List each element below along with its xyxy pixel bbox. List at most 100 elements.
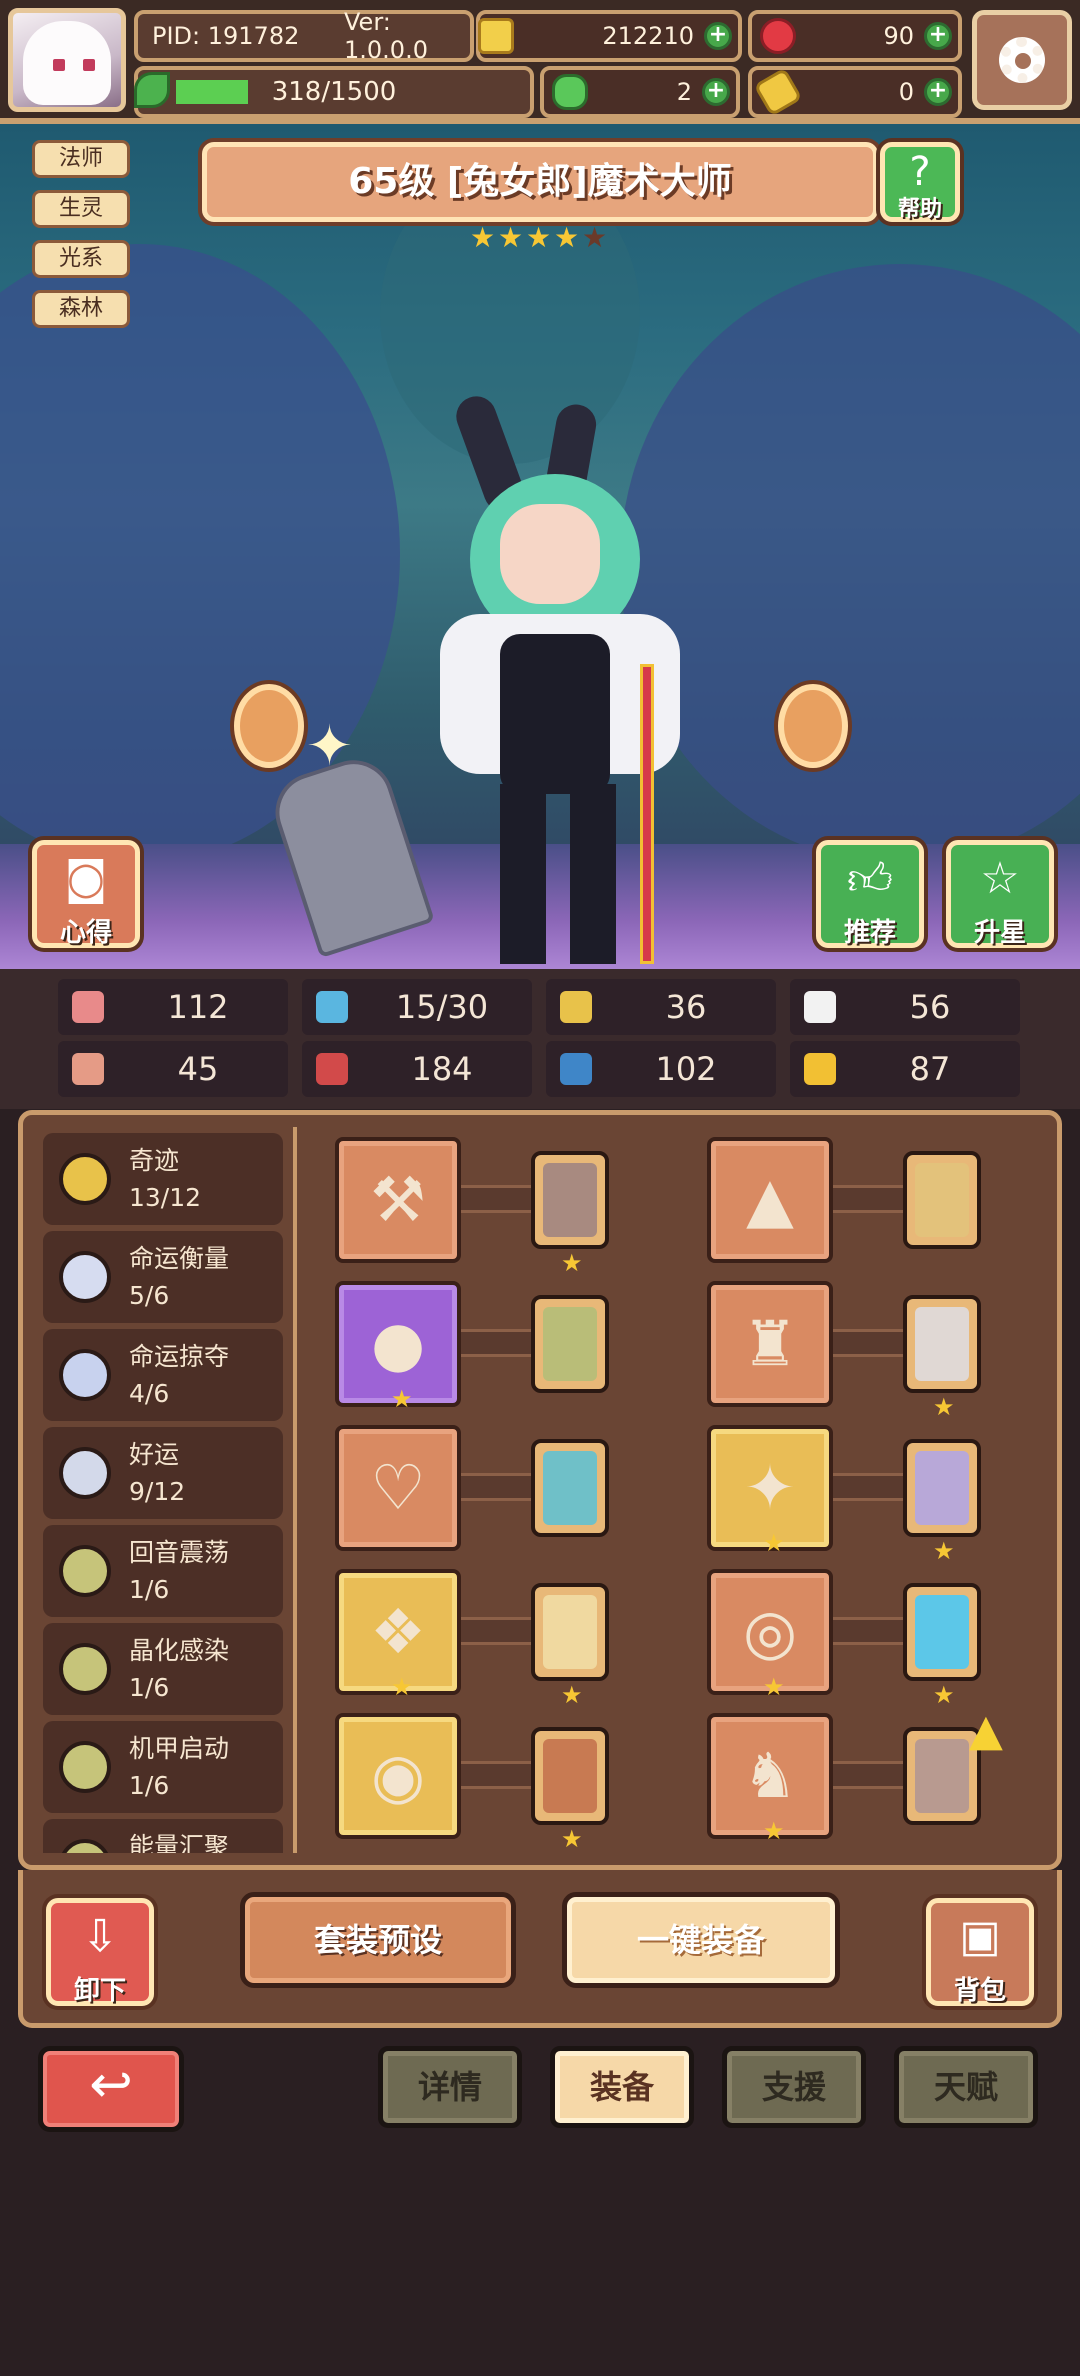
stat-shield[interactable]: 36	[546, 979, 776, 1035]
slot-connector	[833, 1761, 903, 1789]
stat-fist[interactable]: 45	[58, 1041, 288, 1097]
gem-counter: 90 +	[748, 10, 962, 62]
clover-icon	[552, 74, 588, 110]
slot-connector	[833, 1185, 903, 1213]
tab-details-label: 详情	[417, 2068, 482, 2106]
ruby-gem-icon	[760, 18, 796, 54]
rune-card-slot[interactable]: ★	[531, 1583, 609, 1709]
rune-card-slot[interactable]: ★	[531, 1727, 609, 1853]
set-bonus-item[interactable]: 机甲启动 1/6	[43, 1721, 283, 1813]
stat-value: 102	[655, 1050, 717, 1088]
back-button[interactable]: ↩	[38, 2046, 184, 2132]
set-count: 9/12	[129, 1477, 186, 1506]
equipment-slot-amulet[interactable]: ❖ ★	[335, 1569, 461, 1701]
rune-card-slot[interactable]: ★	[531, 1151, 609, 1277]
set-bonus-item[interactable]: 命运掠夺 4/6	[43, 1329, 283, 1421]
item-star-icon: ★	[391, 1385, 413, 1413]
upgrade-star-button[interactable]: ☆ 升星	[946, 840, 1054, 948]
rune-card-slot[interactable]	[531, 1439, 609, 1537]
item-star-icon: ★	[763, 1817, 785, 1845]
armor-icon: ♜	[742, 1307, 798, 1380]
tab-support[interactable]: 支援	[722, 2046, 866, 2128]
down-arrow-icon: ⇩	[81, 1911, 119, 1962]
help-button[interactable]: ? 帮助	[880, 142, 960, 222]
auto-equip-button[interactable]: 一键装备	[562, 1892, 840, 1988]
left-rune-stone[interactable]	[234, 684, 304, 768]
set-preset-button[interactable]: 套装预设	[240, 1892, 516, 1988]
equipment-slot-armor[interactable]: ♜	[707, 1281, 833, 1407]
card-star-icon: ★	[933, 1393, 955, 1421]
bag-button[interactable]: ▣ 背包	[926, 1898, 1034, 2006]
boots-icon: ♞	[742, 1739, 798, 1812]
equipment-slot-weapon-axe[interactable]: ⚒	[335, 1137, 461, 1263]
hero-title: 65级 [兔女郎]魔术大师	[348, 161, 732, 202]
set-name: 晶化感染	[129, 1636, 230, 1665]
set-bonus-item[interactable]: 奇迹 13/12	[43, 1133, 283, 1225]
right-rune-stone[interactable]	[778, 684, 848, 768]
equipment-slot-bracer[interactable]: ✦ ★	[707, 1425, 833, 1557]
set-count: 4/6	[129, 1379, 170, 1408]
slot-connector	[461, 1473, 531, 1501]
notes-button[interactable]: ◙ 心得	[32, 840, 140, 948]
stat-value: 45	[177, 1050, 219, 1088]
set-bonus-item[interactable]: 命运衡量 5/6	[43, 1231, 283, 1323]
add-gem-button[interactable]: +	[924, 22, 952, 50]
equipment-slot-ring[interactable]: ◉	[335, 1713, 461, 1839]
upgrade-star-label: 升星	[973, 918, 1026, 948]
heart-icon	[72, 991, 104, 1023]
mana-drop-icon	[316, 991, 348, 1023]
rune-card-slot[interactable]: ★	[903, 1295, 981, 1421]
tab-details[interactable]: 详情	[378, 2046, 522, 2128]
hero-scene: ✦ 法师 生灵 光系 森林 65级 [兔女郎]魔术大师 ★ ★ ★ ★ ★ ? 帮助 ◙…	[0, 124, 1080, 969]
player-avatar[interactable]	[8, 8, 126, 112]
set-emblem-icon	[59, 1447, 111, 1499]
background-tree	[620, 264, 1080, 864]
add-bone-button[interactable]: +	[924, 78, 952, 106]
rune-card-slot[interactable]	[531, 1295, 609, 1393]
stat-horseshoe[interactable]: 87	[790, 1041, 1020, 1097]
ring-icon: ◉	[370, 1739, 426, 1812]
stat-wing[interactable]: 56	[790, 979, 1020, 1035]
necklace-icon: ♡	[370, 1451, 426, 1524]
rune-card-icon	[915, 1595, 969, 1669]
stat-mana-drop[interactable]: 15/30	[302, 979, 532, 1035]
slot-connector	[833, 1473, 903, 1501]
gold-value: 212210	[602, 22, 694, 50]
equipment-slot-hat[interactable]: ▲	[707, 1137, 833, 1263]
rune-card-slot[interactable]	[903, 1151, 981, 1249]
belt-icon: ◎	[742, 1595, 798, 1668]
unequip-button[interactable]: ⇩ 卸下	[46, 1898, 154, 2006]
set-bonus-item[interactable]: 好运 9/12	[43, 1427, 283, 1519]
equipment-slot-orb[interactable]: ● ★	[335, 1281, 461, 1413]
recommend-button[interactable]: 👍︎ 推荐	[816, 840, 924, 948]
hero-star-icon: ★	[554, 221, 580, 254]
add-gold-button[interactable]: +	[704, 22, 732, 50]
tab-talent[interactable]: 天赋	[894, 2046, 1038, 2128]
stat-book[interactable]: 184	[302, 1041, 532, 1097]
equipment-slot-belt[interactable]: ◎ ★	[707, 1569, 833, 1701]
set-bonus-item[interactable]: 晶化感染 1/6	[43, 1623, 283, 1715]
shield-icon	[560, 991, 592, 1023]
rune-card-slot[interactable]: ★	[903, 1583, 981, 1709]
set-name: 奇迹	[129, 1146, 180, 1175]
set-emblem-icon	[59, 1545, 111, 1597]
set-bonus-item[interactable]: 回音震荡 1/6	[43, 1525, 283, 1617]
slot-connector	[461, 1329, 531, 1357]
add-clover-button[interactable]: +	[702, 78, 730, 106]
equipment-slot-necklace[interactable]: ♡	[335, 1425, 461, 1551]
rune-card-slot[interactable]: ★	[903, 1439, 981, 1565]
version-text: Ver: 1.0.0.0	[344, 8, 428, 64]
set-bonus-item[interactable]: 能量汇聚	[43, 1819, 283, 1853]
set-count: 1/6	[129, 1771, 170, 1800]
set-name: 回音震荡	[129, 1538, 230, 1567]
equipment-slot-boots[interactable]: ♞ ★	[707, 1713, 833, 1845]
stat-heart[interactable]: 112	[58, 979, 288, 1035]
stat-boot[interactable]: 102	[546, 1041, 776, 1097]
set-emblem-icon	[59, 1643, 111, 1695]
tab-equip[interactable]: 装备	[550, 2046, 694, 2128]
slot-connector	[461, 1761, 531, 1789]
set-emblem-icon	[59, 1839, 111, 1853]
set-name: 命运衡量	[129, 1244, 230, 1273]
settings-button[interactable]	[972, 10, 1072, 110]
set-bonus-list[interactable]: 奇迹 13/12 命运衡量 5/6 命运掠夺 4/6 好运 9/12 回音震荡 1/6 晶化感染 1/…	[35, 1127, 297, 1853]
